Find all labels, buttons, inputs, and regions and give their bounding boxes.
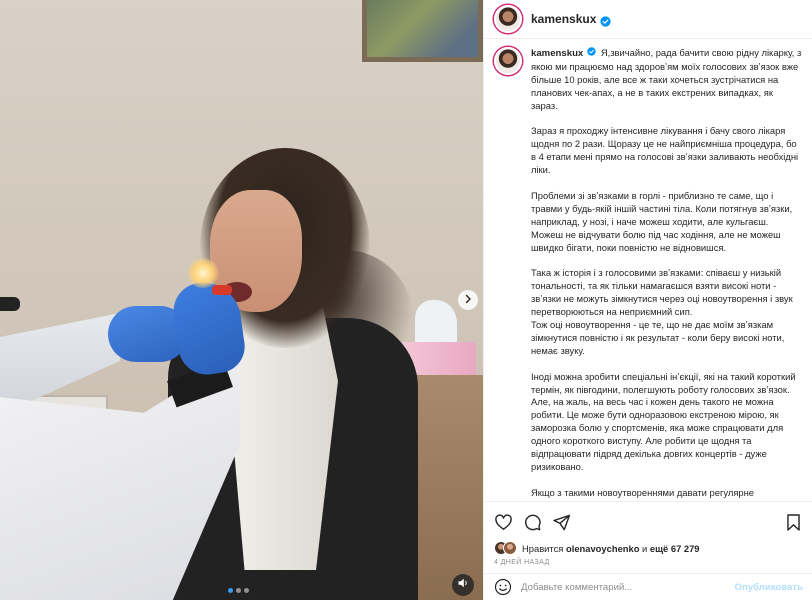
caption-paragraph: Якщо з такими новоутвореннями давати рег…: [531, 486, 772, 501]
tissue: [415, 300, 457, 346]
post-actions: Нравится olenavoychenko и ещё 67 279 4 Д…: [484, 501, 812, 566]
caption-avatar[interactable]: [494, 47, 522, 75]
comment-box: Опубликовать: [484, 573, 812, 600]
scope-tip: [0, 297, 20, 311]
post-header: kamenskux: [484, 0, 812, 39]
likes-prefix: Нравится: [522, 542, 566, 554]
liker-avatars: [494, 541, 517, 555]
carousel-dot: [236, 588, 241, 593]
post-sidebar: kamenskux kamenskux Я,звичайно, рада бач…: [483, 0, 812, 600]
wall-painting: [362, 0, 483, 62]
avatar[interactable]: [494, 5, 522, 33]
exam-light: [186, 258, 220, 288]
carousel-dot: [244, 588, 249, 593]
sound-toggle-button[interactable]: [452, 574, 474, 596]
post-media[interactable]: [0, 0, 483, 600]
caption-username[interactable]: kamenskux: [531, 48, 583, 59]
bookmark-icon[interactable]: [784, 513, 803, 532]
sound-icon: [457, 576, 469, 594]
caption-paragraph: Іноді можна зробити спеціальні інʼєкції,…: [531, 370, 796, 472]
likes-summary[interactable]: Нравится olenavoychenko и ещё 67 279: [494, 541, 803, 555]
caption-text: kamenskux Я,звичайно, рада бачити свою р…: [531, 47, 802, 501]
likes-count[interactable]: ещё 67 279: [650, 543, 700, 554]
likes-middle: и: [639, 542, 650, 554]
comment-icon[interactable]: [523, 513, 542, 532]
caption-paragraph: Проблеми зі звʼязками в горлі - приблизн…: [531, 189, 793, 253]
caption-paragraph: Зараз я проходжу інтенсивне лікування і …: [531, 125, 799, 176]
caption-paragraph: Така ж історія і з голосовими звʼязками:…: [531, 267, 793, 356]
action-bar: [494, 511, 803, 533]
publish-button[interactable]: Опубликовать: [734, 582, 803, 593]
carousel-dots: [228, 588, 249, 593]
comment-input[interactable]: [521, 581, 735, 593]
share-icon[interactable]: [552, 513, 571, 532]
caption-row: kamenskux Я,звичайно, рада бачити свою р…: [494, 47, 802, 501]
post-timestamp[interactable]: 4 ДНЕЙ НАЗАД: [494, 559, 803, 566]
emoji-icon[interactable]: [494, 578, 512, 596]
chevron-right-icon: [463, 291, 473, 309]
exam-tool: [212, 285, 232, 295]
carousel-next-button[interactable]: [458, 290, 478, 310]
caption-area: kamenskux Я,звичайно, рада бачити свою р…: [484, 39, 812, 501]
post-username[interactable]: kamenskux: [531, 12, 596, 26]
heart-icon[interactable]: [494, 513, 513, 532]
liker-username[interactable]: olenavoychenko: [566, 543, 639, 554]
verified-badge-icon: [600, 14, 612, 27]
caption-paragraph: kamenskux Я,звичайно, рада бачити свою р…: [531, 47, 802, 113]
carousel-dot: [228, 588, 233, 593]
verified-badge-icon: [587, 47, 598, 58]
